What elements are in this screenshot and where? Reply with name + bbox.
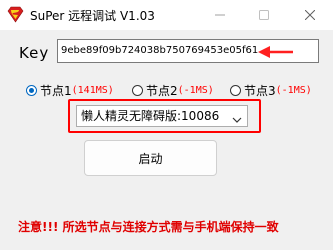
radio-button[interactable] bbox=[26, 85, 37, 96]
main-window: SuPer 远程调试 V1.03 Key 9ebe89f09b724038b75… bbox=[0, 0, 333, 250]
radio-label: 节点3 bbox=[244, 84, 276, 98]
select-highlight-box: 懒人精灵无障碍版:10086 bbox=[68, 99, 261, 133]
ping-value: (141MS) bbox=[71, 85, 114, 96]
radio-label: 节点1 bbox=[40, 84, 72, 98]
radio-button[interactable] bbox=[230, 85, 241, 96]
radio-button[interactable] bbox=[132, 85, 143, 96]
warning-text: 注意!!! 所选节点与连接方式需与手机端保持一致 bbox=[18, 220, 279, 234]
key-label: Key bbox=[19, 44, 50, 62]
superman-logo-icon bbox=[7, 6, 24, 23]
radio-node-1[interactable]: 节点1 (141MS) bbox=[26, 82, 114, 99]
connection-select[interactable]: 懒人精灵无障碍版:10086 bbox=[76, 105, 248, 127]
window-title: SuPer 远程调试 V1.03 bbox=[30, 9, 155, 23]
ping-value: (-1MS) bbox=[177, 85, 214, 96]
maximize-icon[interactable] bbox=[241, 0, 287, 30]
red-arrow-icon bbox=[258, 44, 294, 63]
start-button[interactable]: 启动 bbox=[84, 140, 217, 176]
connection-select-value: 懒人精灵无障碍版:10086 bbox=[81, 109, 220, 123]
radio-node-3[interactable]: 节点3 (-1MS) bbox=[230, 82, 312, 99]
radio-label: 节点2 bbox=[146, 84, 178, 98]
radio-node-2[interactable]: 节点2 (-1MS) bbox=[132, 82, 214, 99]
close-icon[interactable] bbox=[287, 0, 333, 30]
ping-value: (-1MS) bbox=[275, 85, 312, 96]
minimize-icon[interactable] bbox=[197, 0, 243, 30]
chevron-down-icon[interactable] bbox=[232, 111, 242, 131]
title-bar[interactable]: SuPer 远程调试 V1.03 bbox=[0, 0, 333, 30]
